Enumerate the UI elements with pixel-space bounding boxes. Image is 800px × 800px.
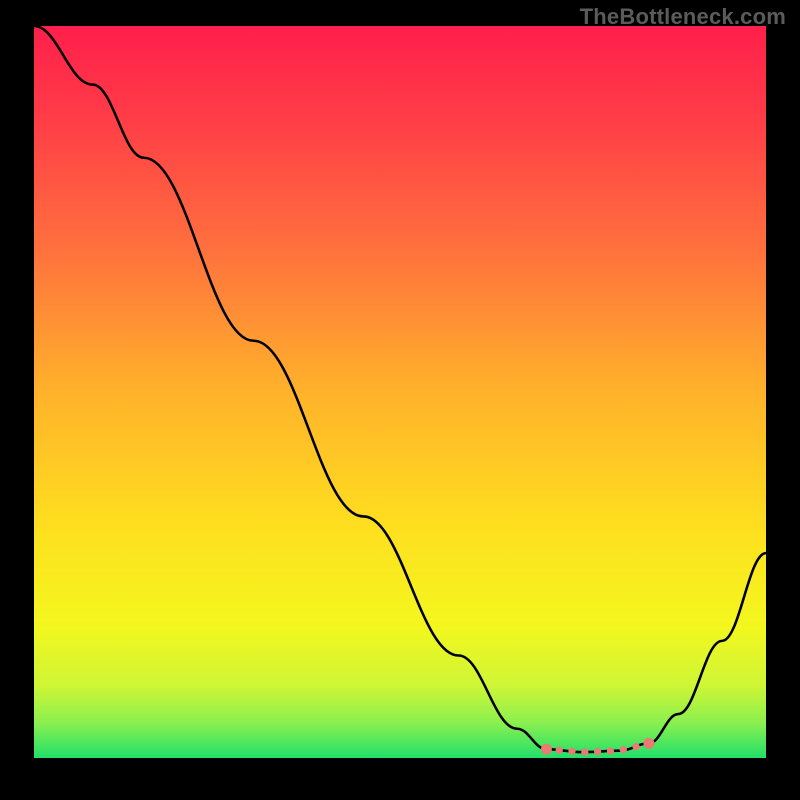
bottleneck-curve bbox=[34, 26, 766, 758]
curve-markers bbox=[541, 738, 654, 756]
plot-area bbox=[34, 26, 766, 772]
chart-frame: TheBottleneck.com bbox=[0, 0, 800, 800]
curve-path bbox=[34, 26, 766, 752]
